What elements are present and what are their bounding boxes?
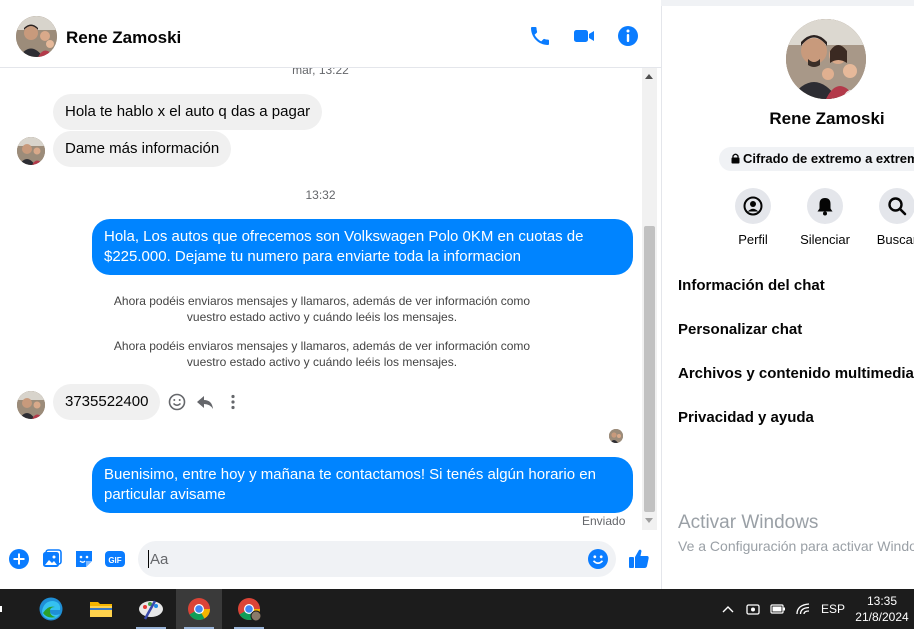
tray-chevron-icon[interactable] [722, 589, 734, 629]
panel-contact-name: Rene Zamoski [769, 109, 885, 128]
chat-info-panel: Rene Zamoski Cifrado de extremo a extrem… [661, 6, 914, 589]
activation-watermark-title: Activar Windows [678, 512, 819, 533]
scroll-thumb[interactable] [644, 226, 655, 512]
chat-window: Rene Zamoski mar, 13:22 Hola te hablo x … [0, 0, 661, 589]
contact-name[interactable]: Rene Zamoski [66, 28, 181, 48]
system-notice: Ahora podéis enviaros mensajes y llamaro… [100, 338, 544, 370]
reply-icon[interactable] [195, 392, 215, 412]
lock-icon [731, 148, 740, 172]
incoming-message[interactable]: Dame más información [53, 131, 232, 167]
menu-media-files[interactable]: Archivos y contenido multimedia [678, 352, 914, 396]
profile-icon [735, 188, 771, 224]
action-profile[interactable]: Perfil [718, 188, 788, 247]
encryption-label: Cifrado de extremo a extremo [743, 151, 914, 166]
action-label: Silenciar [800, 232, 850, 247]
notice-line: Ahora podéis enviaros mensajes y llamaro… [113, 294, 531, 308]
action-mute[interactable]: Silenciar [790, 188, 860, 247]
outgoing-message[interactable]: Buenisimo, entre hoy y mañana te contact… [92, 457, 633, 513]
timestamp: 13:32 [305, 188, 336, 202]
system-notice: Ahora podéis enviaros mensajes y llamaro… [100, 293, 544, 325]
more-options-icon[interactable] [223, 392, 243, 412]
plus-icon[interactable] [8, 548, 30, 570]
battery-icon[interactable] [770, 589, 786, 629]
chrome-icon-active[interactable] [176, 589, 222, 629]
gif-icon[interactable]: GIF [104, 548, 126, 570]
menu-chat-info[interactable]: Información del chat [678, 264, 914, 308]
encryption-badge[interactable]: Cifrado de extremo a extremo [719, 147, 914, 171]
sender-avatar[interactable] [17, 137, 45, 165]
panel-avatar[interactable] [786, 19, 866, 99]
file-explorer-icon[interactable] [78, 589, 124, 629]
thread-scrollbar[interactable] [642, 68, 657, 530]
message-input-wrap[interactable] [138, 541, 616, 577]
meet-now-icon[interactable] [746, 589, 760, 629]
scroll-up-arrow[interactable] [645, 74, 653, 79]
wifi-icon[interactable] [796, 589, 810, 629]
message-line: Hola, Los autos que ofrecemos son Volksw… [104, 228, 584, 245]
action-label: Perfil [738, 232, 768, 247]
contact-avatar[interactable] [16, 16, 57, 57]
screen: Rene Zamoski mar, 13:22 Hola te hablo x … [0, 0, 914, 629]
message-line: $225.000. Dejame tu numero para enviarte… [104, 248, 521, 265]
video-call-icon[interactable] [572, 24, 596, 48]
chrome-profile-icon[interactable] [226, 589, 272, 629]
react-emoji-icon[interactable] [167, 392, 187, 412]
scroll-down-arrow[interactable] [645, 518, 653, 523]
action-label: Buscar [876, 232, 914, 247]
windows-taskbar: ESP 13:35 21/8/2024 [0, 589, 914, 629]
edge-browser-icon[interactable] [28, 589, 74, 629]
incoming-message[interactable]: 3735522400 [53, 384, 161, 420]
system-clock[interactable]: 13:35 21/8/2024 [852, 593, 912, 625]
message-input[interactable] [150, 541, 580, 577]
gif-label: GIF [108, 556, 121, 565]
search-icon [879, 188, 914, 224]
composer: GIF [0, 530, 661, 589]
sticker-icon[interactable] [73, 548, 95, 570]
menu-privacy-help[interactable]: Privacidad y ayuda [678, 396, 914, 440]
outgoing-message[interactable]: Hola, Los autos que ofrecemos son Volksw… [92, 219, 633, 275]
incoming-message[interactable]: Hola te hablo x el auto q das a pagar [53, 94, 323, 130]
language-indicator[interactable]: ESP [821, 589, 845, 629]
action-search[interactable]: Buscar [862, 188, 914, 247]
bell-icon [807, 188, 843, 224]
notice-line: vuestro estado activo y cuándo leéis los… [186, 310, 458, 324]
activation-watermark-subtitle: Ve a Configuración para activar Windows. [678, 538, 914, 554]
timestamp: mar, 13:22 [292, 68, 349, 77]
text-caret [148, 550, 149, 568]
notice-line: vuestro estado activo y cuándo leéis los… [186, 355, 458, 369]
message-line: particular avisame [104, 486, 226, 503]
menu-customize-chat[interactable]: Personalizar chat [678, 308, 914, 352]
phone-icon[interactable] [528, 24, 552, 48]
sent-status: Enviado [582, 514, 626, 528]
thumbs-up-icon[interactable] [627, 547, 651, 571]
gallery-icon[interactable] [41, 548, 63, 570]
notice-line: Ahora podéis enviaros mensajes y llamaro… [113, 339, 531, 353]
read-receipt-avatar [609, 429, 623, 443]
sender-avatar[interactable] [17, 391, 45, 419]
emoji-icon[interactable] [587, 548, 609, 570]
message-thread: mar, 13:22 Hola te hablo x el auto q das… [0, 68, 641, 530]
message-line: Buenisimo, entre hoy y mañana te contact… [104, 466, 596, 483]
info-icon[interactable] [616, 24, 640, 48]
clock-date: 21/8/2024 [855, 610, 909, 624]
clock-time: 13:35 [866, 594, 898, 608]
task-view-icon[interactable] [0, 589, 14, 629]
paint-app-icon[interactable] [128, 589, 174, 629]
chat-header: Rene Zamoski [0, 6, 661, 68]
